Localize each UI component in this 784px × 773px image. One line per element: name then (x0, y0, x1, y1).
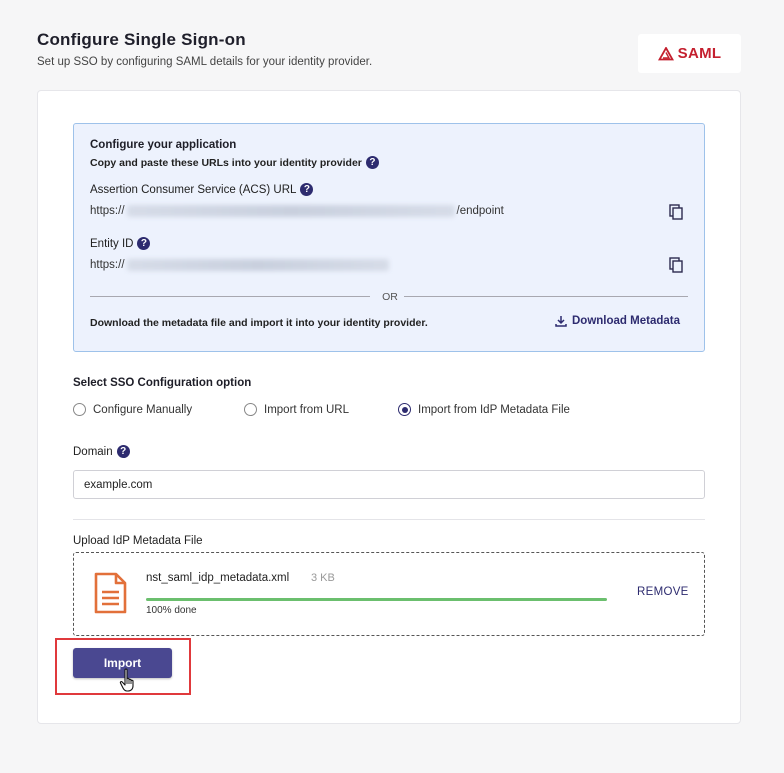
question-circle-icon[interactable]: ? (137, 237, 151, 250)
radio-configure-manually[interactable]: Configure Manually (73, 403, 244, 416)
radio-label: Import from IdP Metadata File (418, 403, 570, 416)
saml-logo-text: SAML (677, 45, 722, 62)
question-circle-icon[interactable]: ? (300, 183, 314, 196)
entity-id-value: https:// (90, 259, 391, 271)
download-instruction: Download the metadata file and import it… (90, 317, 428, 329)
radio-circle-selected[interactable] (398, 403, 411, 416)
sso-option-label: Select SSO Configuration option (73, 377, 252, 389)
question-circle-icon[interactable]: ? (116, 445, 130, 458)
entity-id-label-row: Entity ID ? (90, 237, 151, 250)
saml-logo: SAML (638, 34, 741, 73)
hand-pointer-icon (119, 668, 134, 692)
domain-input[interactable] (73, 470, 705, 499)
copy-instruction-row: Copy and paste these URLs into your iden… (90, 156, 379, 169)
entity-id-redacted (126, 259, 389, 271)
radio-import-from-url[interactable]: Import from URL (244, 403, 398, 416)
sso-option-radio-group: Configure Manually Import from URL Impor… (73, 403, 570, 416)
copy-instruction-text: Copy and paste these URLs into your iden… (90, 156, 362, 169)
copy-icon[interactable] (669, 204, 683, 220)
radio-label: Import from URL (264, 403, 349, 416)
page-subtitle: Set up SSO by configuring SAML details f… (37, 56, 373, 68)
acs-url-value: https:// /endpoint (90, 205, 504, 217)
saml-logo-icon (657, 46, 674, 60)
copy-icon[interactable] (669, 257, 683, 273)
remove-file-button[interactable]: REMOVE (637, 586, 689, 598)
uploaded-file-size: 3 KB (311, 572, 335, 584)
entity-id-label: Entity ID (90, 237, 134, 250)
acs-url-suffix: /endpoint (456, 205, 504, 217)
question-circle-icon[interactable]: ? (365, 156, 379, 169)
radio-label: Configure Manually (93, 403, 193, 416)
upload-progress-text: 100% done (146, 605, 197, 616)
page-title: Configure Single Sign-on (37, 30, 246, 49)
file-upload-dropzone[interactable] (73, 552, 705, 636)
section-divider (73, 519, 705, 520)
acs-label-row: Assertion Consumer Service (ACS) URL ? (90, 183, 314, 196)
or-divider-text: OR (382, 291, 398, 303)
radio-import-from-idp-metadata-file[interactable]: Import from IdP Metadata File (398, 403, 570, 416)
radio-circle[interactable] (73, 403, 86, 416)
download-icon (555, 316, 567, 327)
entity-id-prefix: https:// (90, 259, 125, 271)
download-metadata-label: Download Metadata (572, 315, 680, 327)
acs-url-label: Assertion Consumer Service (ACS) URL (90, 183, 297, 196)
radio-circle[interactable] (244, 403, 257, 416)
file-document-icon (94, 572, 127, 614)
uploaded-file-name: nst_saml_idp_metadata.xml (146, 572, 290, 584)
acs-url-redacted (126, 205, 455, 217)
upload-progress-bar (146, 598, 607, 601)
domain-label-row: Domain ? (73, 445, 130, 458)
acs-url-prefix: https:// (90, 205, 125, 217)
download-metadata-link[interactable]: Download Metadata (555, 315, 680, 327)
upload-progress-fill (146, 598, 607, 601)
upload-label: Upload IdP Metadata File (73, 535, 203, 547)
domain-label: Domain (73, 445, 113, 458)
configure-app-heading: Configure your application (90, 139, 237, 151)
